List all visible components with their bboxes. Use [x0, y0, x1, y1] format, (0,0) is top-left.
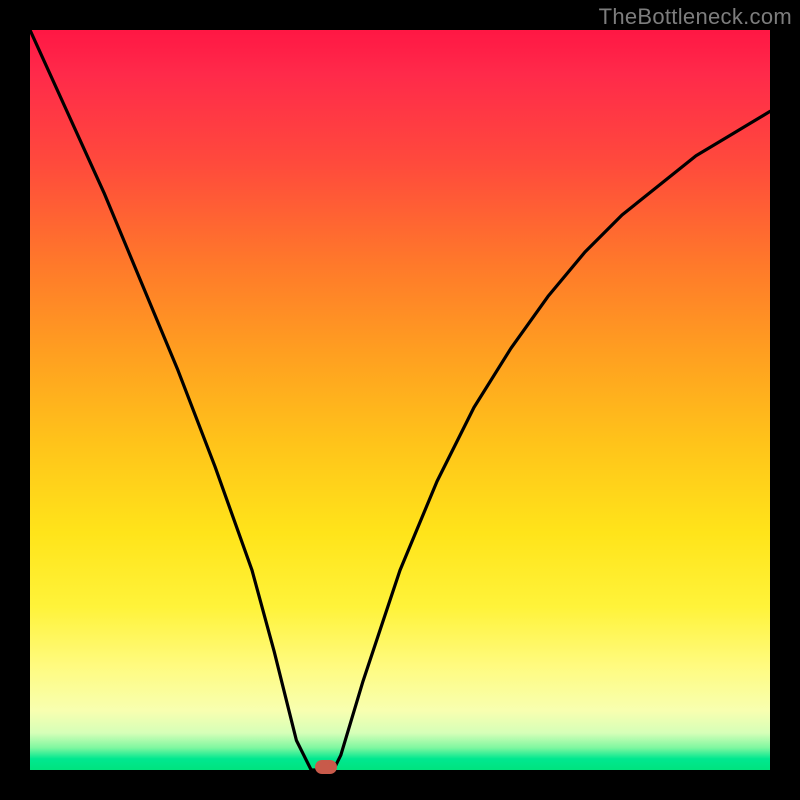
plot-area	[30, 30, 770, 770]
optimal-marker	[315, 760, 337, 774]
bottleneck-curve	[30, 30, 770, 770]
chart-frame: TheBottleneck.com	[0, 0, 800, 800]
watermark-text: TheBottleneck.com	[599, 4, 792, 30]
